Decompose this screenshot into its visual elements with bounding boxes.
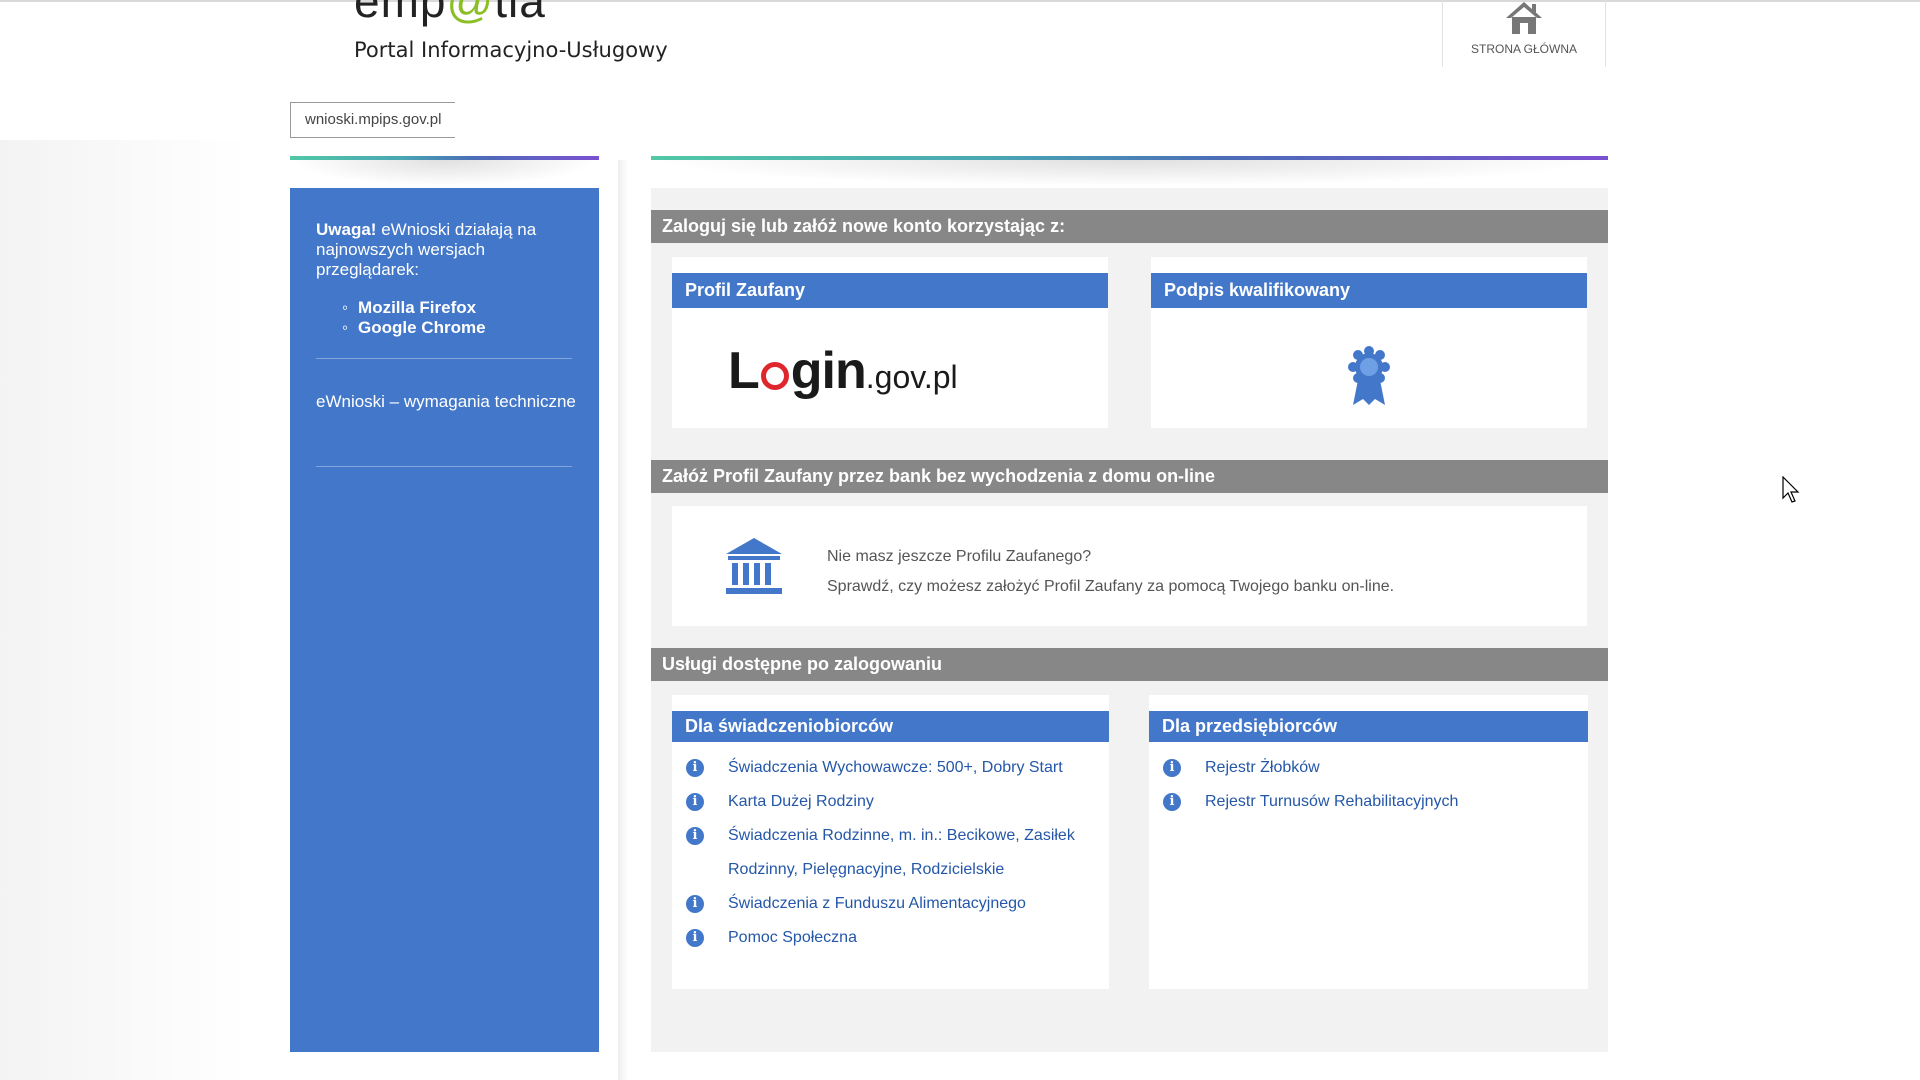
browser-notice: Uwaga! eWnioski działają na najnowszych … (316, 220, 537, 279)
bank-card[interactable]: Nie masz jeszcze Profilu Zaufanego? Spra… (672, 506, 1587, 626)
main-content: Zaloguj się lub załóż nowe konto korzyst… (651, 188, 1608, 1052)
bank-info-text: Nie masz jeszcze Profilu Zaufanego? Spra… (827, 542, 1394, 602)
tech-requirements-link[interactable]: eWnioski – wymagania techniczne (316, 392, 576, 412)
empatia-logo[interactable]: emp@tia (354, 0, 546, 24)
sidebar-separator (316, 466, 572, 467)
info-icon: i (686, 929, 704, 947)
service-link-alimentacyjny[interactable]: i Świadczenia z Funduszu Alimentacyjnego (684, 887, 1088, 921)
sidebar-separator (316, 358, 572, 359)
top-border (0, 0, 1920, 2)
entrepreneurs-title: Dla przedsiębiorców (1149, 711, 1588, 742)
beneficiaries-title: Dla świadczeniobiorców (672, 711, 1109, 742)
bank-icon (724, 536, 784, 601)
podpis-card[interactable]: Podpis kwalifikowany (1151, 257, 1587, 428)
entrepreneurs-card: Dla przedsiębiorców i Rejestr Żłobków i Re… (1149, 695, 1588, 989)
home-button[interactable]: STRONA GŁÓWNA (1442, 0, 1606, 67)
beneficiaries-card: Dla świadczeniobiorców i Świadczenia Wych… (672, 695, 1109, 989)
sidebar-accent-shadow (290, 160, 599, 186)
service-link-pomoc[interactable]: i Pomoc Społeczna (684, 921, 1088, 955)
profil-zaufany-card[interactable]: Profil Zaufany Lgin.gov.pl (672, 257, 1108, 428)
home-label: STRONA GŁÓWNA (1470, 42, 1577, 56)
login-o-icon (760, 362, 789, 390)
entrepreneurs-list: i Rejestr Żłobków i Rejestr Turnusów Rehab… (1161, 751, 1458, 819)
info-icon: i (686, 759, 704, 777)
services-section-title: Usługi dostępne po zalogowaniu (651, 648, 1608, 681)
bank-question: Nie masz jeszcze Profilu Zaufanego? (827, 548, 1092, 565)
info-icon: i (1163, 759, 1181, 777)
info-icon: i (686, 827, 704, 845)
info-icon: i (686, 895, 704, 913)
service-link-turnusy[interactable]: i Rejestr Turnusów Rehabilitacyjnych (1161, 785, 1458, 819)
browser-item: Google Chrome (342, 318, 486, 338)
sidebar: Uwaga! eWnioski działają na najnowszych … (290, 188, 599, 1052)
bank-section-title: Załóż Profil Zaufany przez bank bez wych… (651, 460, 1608, 493)
profil-zaufany-title: Profil Zaufany (672, 273, 1108, 308)
service-link-zlobki[interactable]: i Rejestr Żłobków (1161, 751, 1458, 785)
main-accent-shadow (651, 160, 1608, 186)
browser-list: Mozilla Firefox Google Chrome (342, 298, 486, 338)
mouse-cursor-icon (1782, 475, 1800, 509)
column-divider (618, 160, 628, 1080)
podpis-title: Podpis kwalifikowany (1151, 273, 1587, 308)
service-link-rodzinne[interactable]: i Świadczenia Rodzinne, m. in.: Becikowe,… (684, 819, 1088, 887)
home-icon (1443, 0, 1605, 34)
service-link-kdr[interactable]: i Karta Dużej Rodziny (684, 785, 1088, 819)
login-gov-logo[interactable]: Lgin.gov.pl (728, 345, 958, 397)
breadcrumb[interactable]: wnioski.mpips.gov.pl (290, 102, 456, 138)
service-link-wychowawcze[interactable]: i Świadczenia Wychowawcze: 500+, Dobry St… (684, 751, 1088, 785)
portal-subtitle: Portal Informacyjno-Usługowy (354, 38, 668, 62)
login-section-title: Zaloguj się lub załóż nowe konto korzyst… (651, 210, 1608, 243)
info-icon: i (1163, 793, 1181, 811)
bank-check-text[interactable]: Sprawdź, czy możesz założyć Profil Zaufa… (827, 572, 1394, 602)
browser-item: Mozilla Firefox (342, 298, 486, 318)
info-icon: i (686, 793, 704, 811)
award-rosette-icon[interactable] (1345, 345, 1393, 412)
beneficiaries-list: i Świadczenia Wychowawcze: 500+, Dobry St… (684, 751, 1088, 955)
